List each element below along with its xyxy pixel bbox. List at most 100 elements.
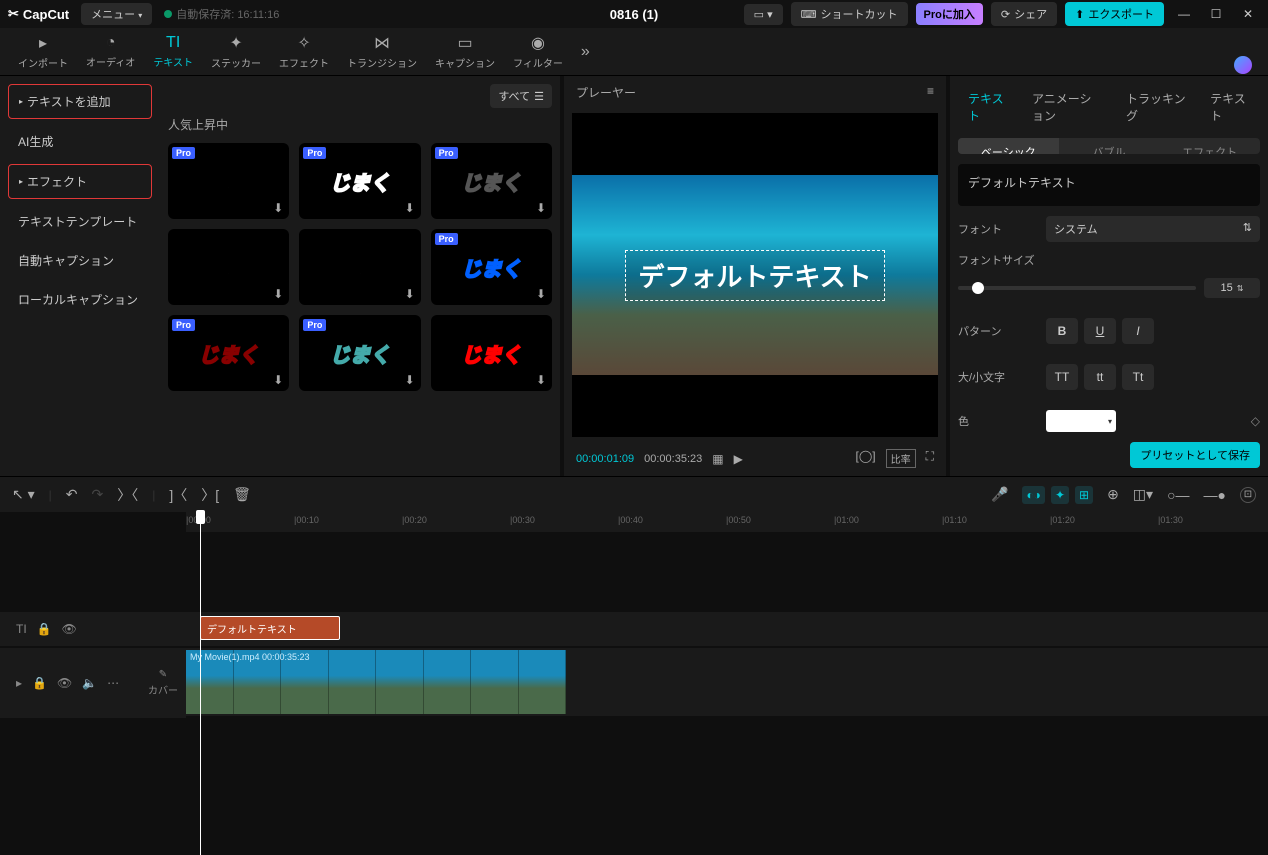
download-icon[interactable]: ⬇: [405, 201, 415, 215]
tab-more[interactable]: »: [573, 39, 598, 65]
download-icon[interactable]: ⬇: [536, 201, 546, 215]
delete-button[interactable]: 🗑: [233, 486, 251, 503]
text-clip[interactable]: デフォルトテキスト: [200, 616, 340, 640]
subtab-effect[interactable]: エフェクト: [1159, 138, 1260, 154]
text-overlay[interactable]: デフォルトテキスト: [625, 250, 884, 301]
size-input[interactable]: 15 ⇅: [1204, 278, 1260, 298]
player-menu-icon[interactable]: ≡: [927, 84, 934, 101]
preset-6[interactable]: Proじまく⬇: [168, 315, 289, 391]
ratio-button[interactable]: 比率: [886, 449, 916, 468]
inspector-tab-track[interactable]: トラッキング: [1116, 84, 1196, 130]
subtab-basic[interactable]: ベーシック: [958, 138, 1059, 154]
filter-button[interactable]: すべて ☰: [490, 84, 552, 108]
font-select[interactable]: システム⇅: [1046, 216, 1260, 242]
export-button[interactable]: ⬆ エクスポート: [1065, 2, 1164, 26]
maximize-button[interactable]: ☐: [1204, 2, 1228, 26]
zoom-fit[interactable]: ⊡: [1240, 487, 1256, 503]
download-icon[interactable]: ⬇: [405, 373, 415, 387]
redo-button[interactable]: ↷: [92, 486, 104, 503]
menu-button[interactable]: メニュー ▾: [81, 3, 152, 25]
zoom-out[interactable]: ○—: [1167, 487, 1189, 503]
view-icon[interactable]: ◫▾: [1133, 486, 1153, 503]
project-title[interactable]: 0816 (1): [610, 7, 658, 22]
color-swatch[interactable]: ▾: [1046, 410, 1116, 432]
sidebar-local-caption[interactable]: ローカルキャプション: [8, 283, 152, 316]
video-clip[interactable]: My Movie(1).mp4 00:00:35:23: [186, 650, 566, 714]
inspector-tab-more[interactable]: テキスト: [1200, 84, 1260, 130]
tab-audio[interactable]: ◔オーディオ: [78, 30, 143, 73]
cover-button[interactable]: ✎カバー: [140, 648, 186, 718]
case-lower[interactable]: tt: [1084, 364, 1116, 390]
download-icon[interactable]: ⬇: [273, 201, 283, 215]
cursor-tool[interactable]: ↖ ▾: [12, 486, 35, 503]
trim-left[interactable]: ]〈: [169, 485, 187, 505]
minimize-button[interactable]: —: [1172, 2, 1196, 26]
fullscreen-icon[interactable]: ⛶: [926, 449, 934, 468]
preset-7[interactable]: Proじまく⬇: [299, 315, 420, 391]
sidebar-add-text[interactable]: ▸テキストを追加: [8, 84, 152, 119]
download-icon[interactable]: ⬇: [273, 287, 283, 301]
bold-button[interactable]: B: [1046, 318, 1078, 344]
diamond-icon[interactable]: ◇: [1251, 414, 1260, 428]
sidebar-effect[interactable]: ▸エフェクト: [8, 164, 152, 199]
trim-right[interactable]: 〉[: [201, 485, 219, 505]
playhead[interactable]: [200, 512, 201, 855]
shortcut-button[interactable]: ⌨ ショートカット: [791, 2, 908, 26]
mute-icon[interactable]: 🔈: [82, 676, 97, 690]
share-button[interactable]: ⟳ シェア: [991, 2, 1057, 26]
align-icon[interactable]: ⊕: [1107, 486, 1119, 503]
underline-button[interactable]: U: [1084, 318, 1116, 344]
preset-5[interactable]: Proじまく⬇: [431, 229, 552, 305]
mic-icon[interactable]: 🎤: [991, 486, 1008, 503]
lock-icon[interactable]: 🔒: [32, 676, 47, 690]
eye-icon[interactable]: 👁: [62, 622, 77, 636]
download-icon[interactable]: ⬇: [536, 373, 546, 387]
inspector-tab-text[interactable]: テキスト: [958, 84, 1018, 130]
preset-3[interactable]: じまく⬇: [168, 229, 289, 305]
aspect-button[interactable]: ▭ ▾: [744, 4, 783, 25]
subtab-bubble[interactable]: バブル: [1059, 138, 1160, 154]
magnet-button[interactable]: ◐◑: [1022, 486, 1045, 504]
color-wheel-icon[interactable]: [1234, 56, 1252, 74]
download-icon[interactable]: ⬇: [405, 287, 415, 301]
preset-0[interactable]: Proじまく⬇: [168, 143, 289, 219]
sidebar-template[interactable]: テキストテンプレート: [8, 205, 152, 238]
player-viewport[interactable]: デフォルトテキスト: [572, 113, 938, 437]
snap-icon[interactable]: [◯]: [855, 449, 875, 468]
zoom-slider[interactable]: —●: [1204, 487, 1226, 503]
undo-button[interactable]: ↶: [66, 486, 78, 503]
italic-button[interactable]: I: [1122, 318, 1154, 344]
timeline-ruler[interactable]: |00:00|00:10|00:20|00:30|00:40|00:50|01:…: [186, 512, 1268, 532]
inspector-tab-anim[interactable]: アニメーション: [1022, 84, 1112, 130]
more-icon[interactable]: ⋯: [107, 676, 119, 690]
sidebar-auto-caption[interactable]: 自動キャプション: [8, 244, 152, 277]
download-icon[interactable]: ⬇: [273, 373, 283, 387]
tab-sticker[interactable]: ✦ステッカー: [203, 29, 269, 74]
snap-button[interactable]: ✦: [1051, 486, 1069, 504]
tab-text[interactable]: TIテキスト: [145, 30, 201, 73]
save-preset-button[interactable]: プリセットとして保存: [1130, 442, 1260, 468]
text-content-input[interactable]: [958, 164, 1260, 206]
size-slider[interactable]: [958, 286, 1196, 290]
lock-icon[interactable]: 🔒: [37, 622, 52, 636]
download-icon[interactable]: ⬇: [536, 287, 546, 301]
preset-4[interactable]: じまく⬇: [299, 229, 420, 305]
pro-button[interactable]: Proに加入: [916, 3, 983, 25]
preset-2[interactable]: Proじまく⬇: [431, 143, 552, 219]
tab-transition[interactable]: ⋈トランジション: [339, 29, 425, 74]
grid-icon[interactable]: ▦: [712, 452, 723, 466]
preset-8[interactable]: じまく⬇: [431, 315, 552, 391]
tab-effect[interactable]: ✧エフェクト: [271, 29, 337, 74]
eye-icon[interactable]: 👁: [57, 676, 72, 690]
case-title[interactable]: Tt: [1122, 364, 1154, 390]
split-button[interactable]: 〉〈: [117, 485, 138, 505]
tab-import[interactable]: ▸インポート: [10, 29, 76, 74]
link-button[interactable]: ⊞: [1075, 486, 1093, 504]
tab-filter[interactable]: ◉フィルター: [505, 29, 571, 74]
case-upper[interactable]: TT: [1046, 364, 1078, 390]
timeline[interactable]: |00:00|00:10|00:20|00:30|00:40|00:50|01:…: [0, 512, 1268, 855]
preset-1[interactable]: Proじまく⬇: [299, 143, 420, 219]
sidebar-ai-gen[interactable]: AI生成: [8, 125, 152, 158]
play-button[interactable]: ▶: [734, 452, 743, 466]
tab-caption[interactable]: ▭キャプション: [427, 29, 503, 74]
